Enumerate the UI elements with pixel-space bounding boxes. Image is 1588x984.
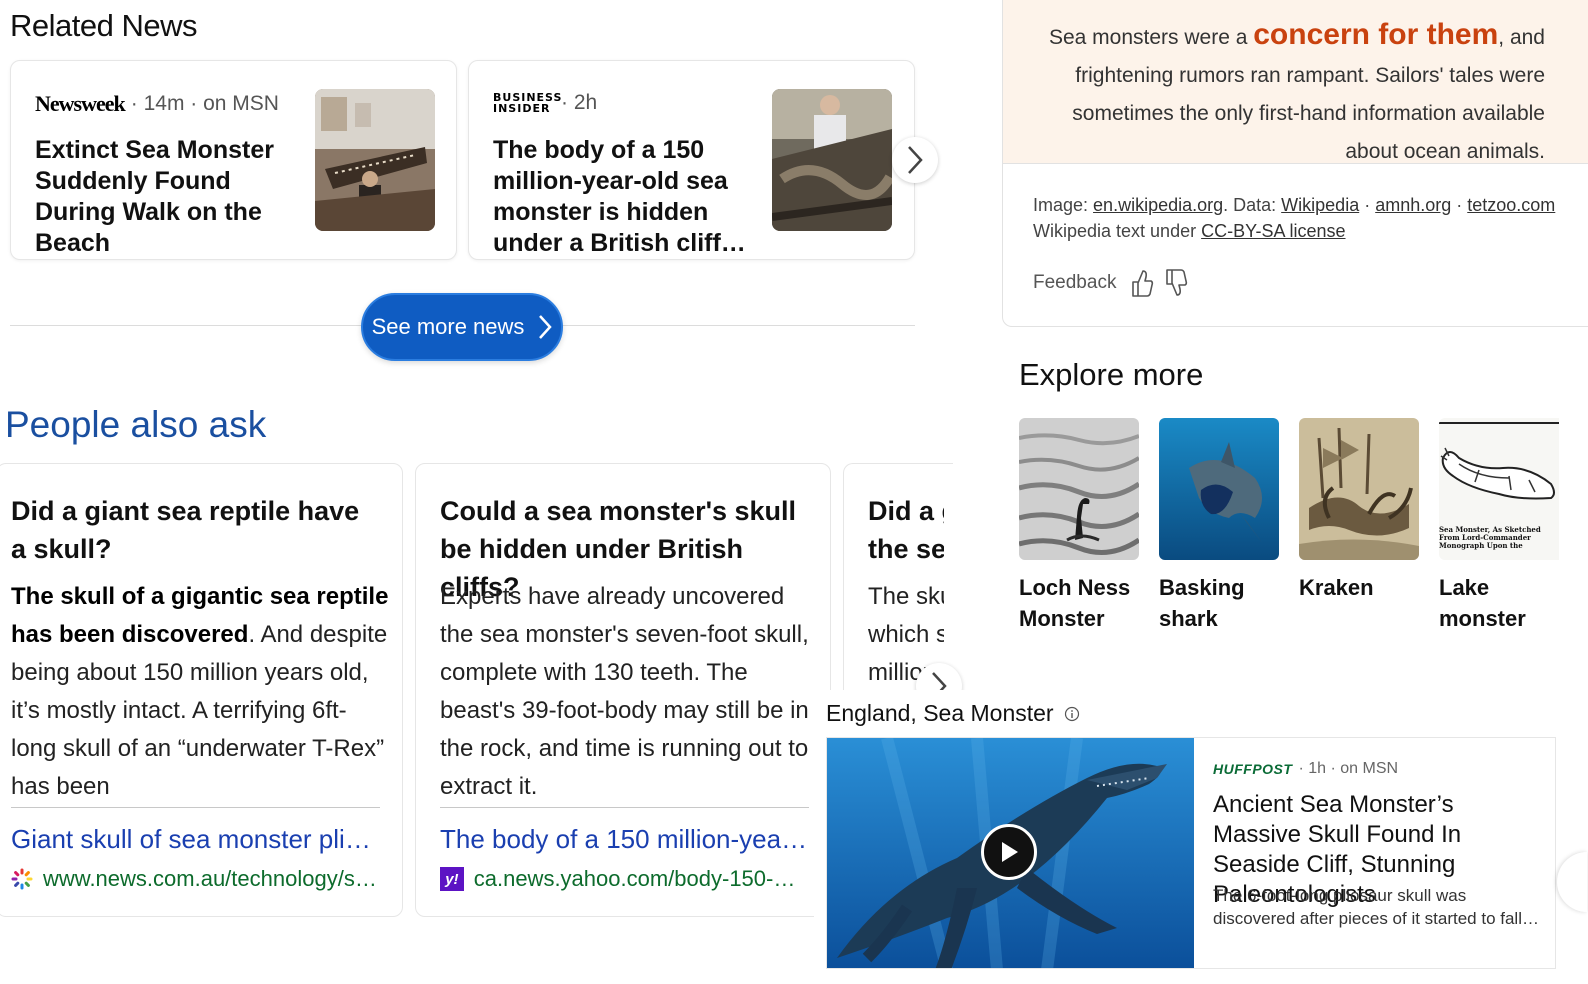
explore-item-loch-ness[interactable]: Loch Ness Monster: [1019, 418, 1139, 634]
video-card[interactable]: HUFFPOST · 1h · on MSN Ancient Sea Monst…: [826, 737, 1556, 969]
chevron-right-icon: [908, 146, 923, 174]
data-source-link[interactable]: amnh.org: [1375, 195, 1451, 215]
kraken-image[interactable]: [1299, 418, 1419, 560]
people-also-ask-title: People also ask: [5, 404, 267, 445]
image-source-link[interactable]: en.wikipedia.org: [1093, 195, 1223, 215]
divider: [440, 807, 809, 808]
explore-label[interactable]: Kraken: [1299, 572, 1419, 603]
paa-answer: The skull of a gigantic sea reptile has …: [11, 583, 389, 800]
newsweek-logo: Newsweek: [35, 91, 126, 116]
paa-source-url[interactable]: ca.news.yahoo.com/body-150-m…: [474, 866, 810, 892]
news-headline[interactable]: The body of a 150 million-year-old sea m…: [493, 135, 765, 259]
attribution: Image: en.wikipedia.org. Data: Wikipedia…: [1033, 195, 1556, 241]
data-source-link[interactable]: tetzoo.com: [1467, 195, 1555, 215]
divider: [11, 807, 380, 808]
play-icon: [1002, 842, 1018, 862]
business-insider-logo: BUSINESS INSIDER: [493, 91, 563, 115]
lake-monster-image[interactable]: Sea Monster, As Sketched From Lord-Comma…: [1439, 418, 1559, 560]
explore-more-title: Explore more: [1019, 357, 1204, 392]
explore-label[interactable]: Lake monster: [1439, 572, 1559, 634]
info-panel: Sea monsters were a concern for them, an…: [1002, 0, 1588, 327]
explore-label[interactable]: Basking shark: [1159, 572, 1279, 634]
basking-shark-image[interactable]: [1159, 418, 1279, 560]
paa-answer: The sku: [868, 583, 944, 610]
news-thumbnail[interactable]: [315, 89, 435, 231]
paa-question[interactable]: Did a g: [868, 492, 944, 530]
thumbs-down-icon[interactable]: [1164, 268, 1188, 298]
video-heading: England, Sea Monster: [826, 700, 1054, 726]
paa-source-link[interactable]: The body of a 150 million-year-ol…: [440, 824, 810, 855]
explore-item-lake-monster[interactable]: Sea Monster, As Sketched From Lord-Comma…: [1439, 418, 1559, 634]
paa-card[interactable]: Did a giant sea reptile have a skull? Th…: [0, 463, 403, 917]
data-source-link[interactable]: Wikipedia: [1281, 195, 1359, 215]
paa-answer: Experts have already uncovered the sea m…: [440, 583, 809, 800]
see-more-news-button[interactable]: See more news: [361, 293, 563, 361]
paa-card[interactable]: Could a sea monster's skull be hidden un…: [415, 463, 831, 917]
explore-item-kraken[interactable]: Kraken: [1299, 418, 1419, 603]
quote-box: Sea monsters were a concern for them, an…: [1003, 0, 1588, 163]
news-meta: · 14m · on MSN: [130, 92, 279, 115]
see-more-label: See more news: [371, 314, 525, 339]
news-card[interactable]: BUSINESS INSIDER · 2h The body of a 150 …: [468, 60, 915, 260]
explore-item-basking-shark[interactable]: Basking shark: [1159, 418, 1279, 634]
paa-source-url[interactable]: www.news.com.au/technology/s…: [43, 866, 377, 892]
paa-source-link[interactable]: Giant skull of sea monster pliosa…: [11, 824, 381, 855]
chevron-right-icon: [539, 315, 553, 339]
news-com-au-icon: [11, 868, 33, 890]
video-meta: · 1h · on MSN: [1298, 760, 1399, 777]
play-button[interactable]: [981, 824, 1037, 880]
thumbs-up-icon[interactable]: [1130, 268, 1154, 298]
loch-ness-image[interactable]: [1019, 418, 1139, 560]
paa-question[interactable]: Did a giant sea reptile have a skull?: [11, 492, 381, 568]
related-news-title: Related News: [10, 8, 197, 43]
lake-monster-caption: Sea Monster, As Sketched From Lord-Comma…: [1439, 526, 1541, 550]
quote-highlight: concern for them: [1253, 18, 1499, 51]
news-thumbnail[interactable]: [772, 89, 892, 231]
explore-label[interactable]: Loch Ness Monster: [1019, 572, 1139, 634]
news-meta: · 2h: [561, 91, 598, 114]
yahoo-icon: y!: [440, 867, 464, 891]
video-description: The 6-foot-long pliosaur skull was disco…: [1213, 886, 1539, 928]
quote-text: Sea monsters were a concern for them, an…: [1048, 18, 1545, 163]
news-headline[interactable]: Extinct Sea Monster Suddenly Found Durin…: [35, 135, 275, 259]
huffpost-logo: HUFFPOST: [1213, 761, 1293, 777]
news-card[interactable]: Newsweek · 14m · on MSN Extinct Sea Mons…: [10, 60, 457, 260]
feedback-label: Feedback: [1033, 272, 1117, 293]
license-link[interactable]: CC-BY-SA license: [1201, 221, 1345, 241]
divider: [1003, 163, 1588, 164]
video-thumbnail[interactable]: [827, 738, 1194, 968]
news-next-arrow[interactable]: [892, 137, 938, 183]
info-icon[interactable]: [1064, 706, 1080, 722]
